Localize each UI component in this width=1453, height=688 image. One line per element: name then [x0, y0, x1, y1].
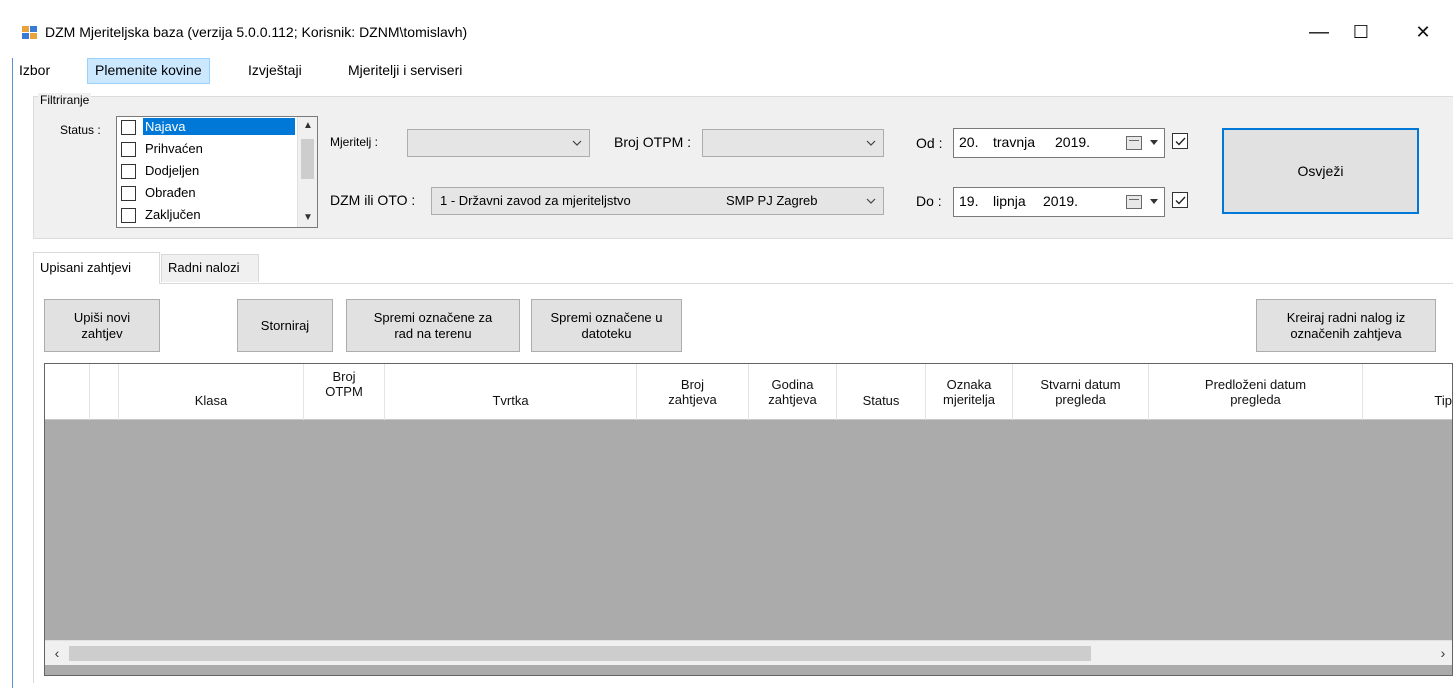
- status-item-najava[interactable]: Najava: [119, 118, 297, 137]
- refresh-button[interactable]: Osvježi: [1222, 128, 1419, 214]
- scroll-left-icon[interactable]: ‹: [47, 643, 67, 663]
- chevron-down-icon: [572, 140, 582, 146]
- status-item-obraden[interactable]: Obrađen: [119, 184, 297, 203]
- app-window: DZM Mjeriteljska baza (verzija 5.0.0.112…: [0, 0, 1453, 688]
- status-item-label: Obrađen: [145, 185, 196, 200]
- status-checkbox[interactable]: [121, 186, 136, 201]
- grid-horizontal-scrollbar[interactable]: ‹ ›: [45, 640, 1452, 665]
- status-item-zakljucen[interactable]: Zaključen: [119, 206, 297, 225]
- do-month: lipnja: [993, 193, 1026, 209]
- menu-item-izbor[interactable]: Izbor: [12, 58, 57, 84]
- mjeritelj-combobox[interactable]: [407, 129, 590, 157]
- scrollbar-thumb[interactable]: [301, 139, 314, 179]
- status-item-dodjeljen[interactable]: Dodjeljen: [119, 162, 297, 181]
- status-checkbox[interactable]: [121, 164, 136, 179]
- menu-item-plemenite-kovine[interactable]: Plemenite kovine: [87, 58, 210, 84]
- column-header-tip[interactable]: Tip: [1363, 364, 1452, 420]
- checkmark-icon: [1175, 196, 1186, 205]
- do-date-picker[interactable]: 19. lipnja 2019.: [953, 187, 1165, 217]
- cancel-request-button[interactable]: Storniraj: [237, 299, 333, 352]
- do-label: Do :: [916, 193, 942, 209]
- column-header-tvrtka[interactable]: Tvrtka: [385, 364, 637, 420]
- requests-grid[interactable]: Klasa Broj OTPM Tvrtka Broj zahtjeva God…: [44, 363, 1453, 676]
- column-header-stvarni-datum[interactable]: Stvarni datum pregleda: [1013, 364, 1149, 420]
- column-header-status[interactable]: Status: [837, 364, 926, 420]
- dzm-oto-value: 1 - Državni zavod za mjeriteljstvo: [440, 193, 631, 208]
- status-list-scrollbar[interactable]: ▲ ▼: [297, 117, 317, 227]
- status-checkbox[interactable]: [121, 120, 136, 135]
- scroll-down-icon[interactable]: ▼: [298, 209, 317, 227]
- do-day: 19.: [959, 193, 979, 209]
- column-header-broj-zahtjeva[interactable]: Broj zahtjeva: [637, 364, 749, 420]
- od-date-picker[interactable]: 20. travnja 2019.: [953, 128, 1165, 158]
- dzm-oto-unit: SMP PJ Zagreb: [726, 193, 818, 208]
- save-to-file-button[interactable]: Spremi označene u datoteku: [531, 299, 682, 352]
- dropdown-arrow-icon[interactable]: [1150, 140, 1158, 145]
- broj-otpm-label: Broj OTPM :: [614, 134, 692, 150]
- dzm-oto-label: DZM ili OTO :: [330, 192, 416, 208]
- tab-upisani-zahtjevi[interactable]: Upisani zahtjevi: [33, 252, 160, 284]
- close-button[interactable]: ✕: [1400, 16, 1446, 48]
- od-checkbox[interactable]: [1172, 133, 1188, 149]
- column-header-oznaka-mjeritelja[interactable]: Oznaka mjeritelja: [926, 364, 1013, 420]
- menu-item-izvjestaji[interactable]: Izvještaji: [241, 58, 309, 84]
- mjeritelj-label: Mjeritelj :: [330, 135, 379, 149]
- do-year: 2019.: [1043, 193, 1079, 209]
- column-header-broj-otpm[interactable]: Broj OTPM: [304, 364, 385, 420]
- dropdown-arrow-icon[interactable]: [1150, 199, 1158, 204]
- status-item-label: Najava: [143, 118, 295, 135]
- column-header-predlozeni-datum[interactable]: Predloženi datum pregleda: [1149, 364, 1363, 420]
- scrollbar-thumb[interactable]: [69, 646, 1091, 661]
- checkmark-icon: [1175, 137, 1186, 146]
- save-for-field-button[interactable]: Spremi označene za rad na terenu: [346, 299, 520, 352]
- chevron-down-icon: [866, 198, 876, 204]
- scroll-up-icon[interactable]: ▲: [298, 117, 317, 135]
- filter-group-label: Filtriranje: [38, 93, 92, 107]
- calendar-icon[interactable]: [1126, 136, 1142, 150]
- calendar-icon[interactable]: [1126, 195, 1142, 209]
- od-label: Od :: [916, 135, 943, 151]
- title-bar[interactable]: DZM Mjeriteljska baza (verzija 5.0.0.112…: [0, 0, 1453, 56]
- status-checkbox[interactable]: [121, 142, 136, 157]
- grid-header: Klasa Broj OTPM Tvrtka Broj zahtjeva God…: [45, 364, 1452, 420]
- status-item-label: Zaključen: [145, 207, 201, 222]
- od-year: 2019.: [1055, 134, 1091, 150]
- window-title: DZM Mjeriteljska baza (verzija 5.0.0.112…: [45, 24, 468, 40]
- status-item-label: Prihvaćen: [145, 141, 203, 156]
- broj-otpm-combobox[interactable]: [702, 129, 884, 157]
- app-icon: [22, 26, 39, 40]
- dzm-oto-combobox[interactable]: 1 - Državni zavod za mjeriteljstvo SMP P…: [431, 187, 884, 215]
- status-label: Status :: [60, 123, 101, 137]
- column-header-row-selector[interactable]: [45, 364, 90, 420]
- scroll-right-icon[interactable]: ›: [1433, 643, 1452, 663]
- od-month: travnja: [993, 134, 1036, 150]
- maximize-button[interactable]: ☐: [1338, 16, 1384, 48]
- column-header-check[interactable]: [90, 364, 119, 420]
- od-day: 20.: [959, 134, 979, 150]
- column-header-klasa[interactable]: Klasa: [119, 364, 304, 420]
- new-request-button[interactable]: Upiši novi zahtjev: [44, 299, 160, 352]
- menu-item-mjeritelji[interactable]: Mjeritelji i serviseri: [341, 58, 469, 84]
- status-item-prihvacen[interactable]: Prihvaćen: [119, 140, 297, 159]
- status-checkbox[interactable]: [121, 208, 136, 223]
- create-work-order-button[interactable]: Kreiraj radni nalog iz označenih zahtjev…: [1256, 299, 1436, 352]
- status-listbox[interactable]: Najava Prihvaćen Dodjeljen Obrađen Zaklj…: [116, 116, 318, 228]
- do-checkbox[interactable]: [1172, 192, 1188, 208]
- column-header-godina-zahtjeva[interactable]: Godina zahtjeva: [749, 364, 837, 420]
- minimize-button[interactable]: —: [1296, 16, 1342, 48]
- chevron-down-icon: [866, 140, 876, 146]
- tab-radni-nalozi[interactable]: Radni nalozi: [161, 254, 259, 282]
- window-left-border: [12, 58, 13, 688]
- status-item-label: Dodjeljen: [145, 163, 200, 178]
